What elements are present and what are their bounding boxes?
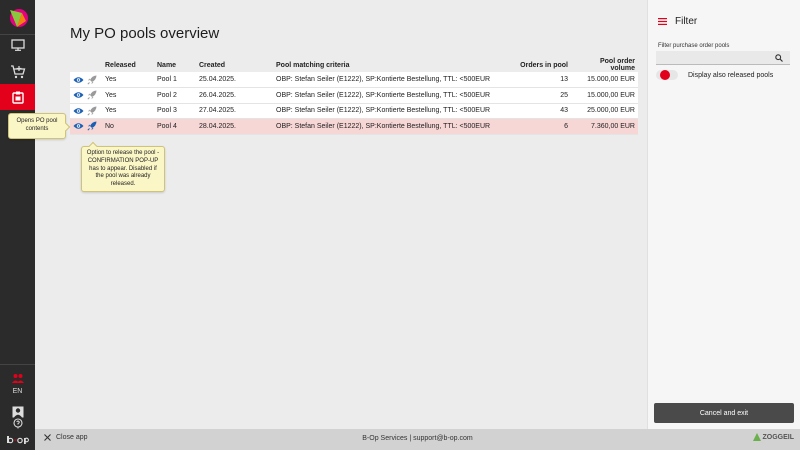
- orders-cell: 13: [506, 72, 571, 88]
- help-nav-button[interactable]: [0, 415, 35, 431]
- view-pool-button[interactable]: [73, 122, 84, 130]
- column-header-released: Released: [105, 61, 136, 69]
- b-op-logo-icon: [7, 436, 29, 444]
- criteria-cell: OBP: Stefan Seiler (E1222), SP:Kontierte…: [273, 103, 506, 119]
- released-cell: Yes: [102, 103, 154, 119]
- monitor-icon: [10, 39, 25, 51]
- eye-icon: [73, 92, 84, 98]
- view-pool-button[interactable]: [73, 107, 84, 115]
- release-pool-button[interactable]: [87, 90, 97, 100]
- table-header-row: Released Name Created Pool matching crit…: [70, 58, 638, 72]
- table-row-selected: No Pool 4 28.04.2025. OBP: Stefan Seiler…: [70, 118, 638, 135]
- criteria-cell: OBP: Stefan Seiler (E1222), SP:Kontierte…: [273, 118, 506, 135]
- released-pools-toggle[interactable]: Display also released pools: [656, 70, 773, 80]
- rocket-icon: [87, 121, 97, 131]
- table-row: Yes Pool 1 25.04.2025. OBP: Stefan Seile…: [70, 72, 638, 88]
- orders-cell: 25: [506, 87, 571, 104]
- filter-title: Filter: [675, 16, 698, 27]
- release-pool-button[interactable]: [87, 75, 97, 85]
- rocket-icon: [87, 106, 97, 116]
- view-pool-button[interactable]: [73, 91, 84, 99]
- eye-icon: [73, 108, 84, 114]
- release-tooltip-text: Option to release the pool - CONFIRMATIO…: [86, 150, 160, 188]
- view-tooltip-text: Opens PO pool contents: [16, 118, 58, 132]
- created-cell: 28.04.2025.: [196, 118, 273, 135]
- released-cell: Yes: [102, 87, 154, 104]
- created-cell: 27.04.2025.: [196, 103, 273, 119]
- po-pools-table: Released Name Created Pool matching crit…: [70, 58, 638, 135]
- toggle-knob: [660, 70, 670, 80]
- bottom-bar: Close app B-Op Services | support@b-op.c…: [35, 429, 800, 450]
- toggle-switch[interactable]: [656, 70, 678, 80]
- close-app-label: Close app: [56, 434, 88, 441]
- column-header-name: Name: [157, 61, 177, 69]
- footer-service-text: B-Op Services | support@b-op.com: [362, 435, 473, 442]
- volume-cell: 15.000,00 EUR: [571, 72, 638, 88]
- close-icon: [44, 434, 51, 441]
- rocket-icon: [87, 75, 97, 85]
- app-logo-icon: [10, 9, 28, 27]
- monitor-nav-button[interactable]: [0, 32, 35, 58]
- volume-cell: 7.360,00 EUR: [571, 118, 638, 135]
- left-nav-rail: EN: [0, 0, 35, 450]
- table-row: Yes Pool 3 27.04.2025. OBP: Stefan Seile…: [70, 103, 638, 119]
- cart-nav-button[interactable]: [0, 59, 35, 85]
- view-pool-button[interactable]: [73, 76, 84, 84]
- eye-icon: [73, 76, 84, 83]
- help-icon: [12, 417, 23, 428]
- rail-divider: [0, 364, 35, 365]
- view-tooltip: Opens PO pool contents: [8, 113, 71, 139]
- release-pool-button[interactable]: [87, 106, 97, 116]
- cart-add-icon: [10, 65, 25, 79]
- released-pools-toggle-label: Display also released pools: [688, 71, 774, 79]
- filter-panel: Filter Filter purchase order pools Displ…: [647, 0, 800, 429]
- column-header-orders: Orders in pool: [520, 61, 568, 69]
- menu-icon: [658, 18, 667, 25]
- name-cell: Pool 1: [154, 72, 196, 88]
- brand-name: ZOGGEIL: [762, 433, 795, 441]
- eye-icon: [73, 123, 84, 129]
- volume-cell: 15.000,00 EUR: [571, 87, 638, 104]
- po-pools-nav-button[interactable]: [0, 84, 35, 110]
- brand-logo: ZOGGEIL: [752, 433, 795, 441]
- brand-mark-icon: [752, 433, 761, 441]
- release-pool-button[interactable]: [87, 121, 97, 131]
- column-header-criteria: Pool matching criteria: [276, 61, 350, 69]
- filter-search-input[interactable]: [656, 51, 790, 65]
- released-cell: Yes: [102, 72, 154, 88]
- name-cell: Pool 2: [154, 87, 196, 104]
- search-icon[interactable]: [775, 54, 783, 62]
- filter-search-label: Filter purchase order pools: [658, 43, 730, 49]
- column-header-volume: Pool order volume: [599, 58, 635, 72]
- criteria-cell: OBP: Stefan Seiler (E1222), SP:Kontierte…: [273, 72, 506, 88]
- language-selector[interactable]: EN: [0, 388, 35, 395]
- filter-header: Filter: [658, 16, 697, 27]
- tooltip-arrow: [88, 141, 98, 151]
- orders-cell: 6: [506, 118, 571, 135]
- page-title: My PO pools overview: [70, 25, 220, 42]
- name-cell: Pool 4: [154, 118, 196, 135]
- criteria-cell: OBP: Stefan Seiler (E1222), SP:Kontierte…: [273, 87, 506, 104]
- clipboard-icon: [11, 91, 24, 104]
- created-cell: 25.04.2025.: [196, 72, 273, 88]
- tooltip-arrow: [61, 122, 71, 132]
- column-header-created: Created: [199, 61, 226, 69]
- orders-cell: 43: [506, 103, 571, 119]
- released-cell: No: [102, 118, 154, 135]
- name-cell: Pool 3: [154, 103, 196, 119]
- rocket-icon: [87, 90, 97, 100]
- table-row: Yes Pool 2 26.04.2025. OBP: Stefan Seile…: [70, 87, 638, 104]
- created-cell: 26.04.2025.: [196, 87, 273, 104]
- cancel-and-exit-button[interactable]: Cancel and exit: [654, 403, 794, 423]
- users-icon: [11, 374, 24, 383]
- volume-cell: 25.000,00 EUR: [571, 103, 638, 119]
- release-tooltip: Option to release the pool - CONFIRMATIO…: [81, 141, 165, 192]
- close-app-button[interactable]: Close app: [44, 434, 88, 441]
- column-header-actions: [70, 58, 102, 72]
